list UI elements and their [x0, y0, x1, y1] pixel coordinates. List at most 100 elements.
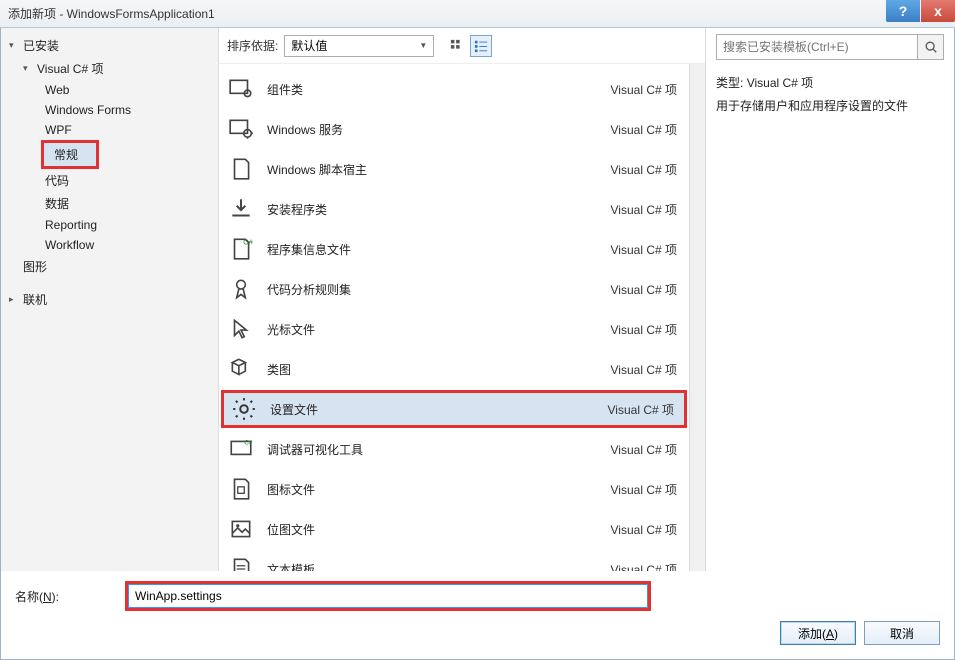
tree-label: 数据 — [45, 195, 69, 212]
template-name: 组件类 — [267, 81, 611, 98]
scrollbar[interactable] — [689, 64, 705, 571]
tree-graphics[interactable]: 图形 — [1, 255, 218, 278]
tree-workflow[interactable]: Workflow — [1, 235, 218, 255]
tree-label: 联机 — [23, 291, 47, 308]
list-toolbar: 排序依据: 默认值 ▼ — [219, 28, 705, 64]
template-cat: Visual C# 项 — [611, 81, 677, 98]
tree-code[interactable]: 代码 — [1, 169, 218, 192]
ruleset-icon — [225, 273, 257, 305]
close-button[interactable]: x — [921, 0, 955, 22]
view-details[interactable] — [470, 35, 492, 57]
template-row[interactable]: C# 调试器可视化工具 Visual C# 项 — [221, 430, 687, 468]
chevron-down-icon: ▼ — [419, 41, 427, 50]
sort-combo[interactable]: 默认值 ▼ — [284, 35, 434, 57]
template-name: 类图 — [267, 361, 611, 378]
search-input[interactable] — [716, 34, 918, 60]
template-row[interactable]: 光标文件 Visual C# 项 — [221, 310, 687, 348]
tree-web[interactable]: Web — [1, 80, 218, 100]
description: 用于存储用户和应用程序设置的文件 — [716, 97, 944, 114]
template-row[interactable]: Windows 服务 Visual C# 项 — [221, 110, 687, 148]
svg-text:C#: C# — [244, 440, 253, 447]
template-name: Windows 脚本宿主 — [267, 161, 611, 178]
visualizer-icon: C# — [225, 433, 257, 465]
template-list[interactable]: 组件类 Visual C# 项 Windows 服务 Visual C# 项 W… — [219, 64, 689, 571]
template-name: 程序集信息文件 — [267, 241, 611, 258]
template-name: 调试器可视化工具 — [267, 441, 611, 458]
template-name: 代码分析规则集 — [267, 281, 611, 298]
tree-label: Reporting — [45, 218, 97, 232]
help-button[interactable]: ? — [886, 0, 920, 22]
tree-label: 已安装 — [23, 37, 59, 54]
template-name: 图标文件 — [267, 481, 611, 498]
template-row-selected[interactable]: 设置文件 Visual C# 项 — [221, 390, 687, 428]
search-button[interactable] — [918, 34, 944, 60]
template-row[interactable]: Windows 脚本宿主 Visual C# 项 — [221, 150, 687, 188]
template-name: 安装程序类 — [267, 201, 611, 218]
template-name: 文本模板 — [267, 561, 611, 572]
template-cat: Visual C# 项 — [611, 161, 677, 178]
template-name: 设置文件 — [270, 401, 608, 418]
sort-value: 默认值 — [291, 37, 327, 54]
category-tree[interactable]: ▾ 已安装 ▾ Visual C# 项 Web Windows Forms WP… — [1, 28, 219, 571]
tree-reporting[interactable]: Reporting — [1, 215, 218, 235]
template-row[interactable]: 组件类 Visual C# 项 — [221, 70, 687, 108]
template-cat: Visual C# 项 — [611, 121, 677, 138]
template-row[interactable]: 文本模板 Visual C# 项 — [221, 550, 687, 571]
tree-label: 代码 — [45, 172, 69, 189]
name-input[interactable] — [128, 584, 648, 608]
template-cat: Visual C# 项 — [611, 201, 677, 218]
chevron-down-icon: ▾ — [9, 40, 19, 51]
svg-text:C#: C# — [243, 238, 253, 247]
tree-label: Visual C# 项 — [37, 60, 103, 77]
installer-icon — [225, 193, 257, 225]
template-cat: Visual C# 项 — [611, 441, 677, 458]
tree-label: Windows Forms — [45, 103, 131, 117]
template-cat: Visual C# 项 — [611, 561, 677, 572]
template-name: 位图文件 — [267, 521, 611, 538]
title-bar: 添加新项 - WindowsFormsApplication1 ? x — [0, 0, 955, 28]
template-cat: Visual C# 项 — [611, 241, 677, 258]
template-row[interactable]: 安装程序类 Visual C# 项 — [221, 190, 687, 228]
bitmap-icon — [225, 513, 257, 545]
type-line: 类型: Visual C# 项 — [716, 74, 944, 91]
name-label: 名称(N): — [15, 588, 125, 605]
template-row[interactable]: C# 程序集信息文件 Visual C# 项 — [221, 230, 687, 268]
add-button[interactable]: 添加(A) — [780, 621, 856, 645]
view-small-icons[interactable] — [446, 35, 468, 57]
tree-online[interactable]: ▸ 联机 — [1, 288, 218, 311]
tree-winforms[interactable]: Windows Forms — [1, 100, 218, 120]
template-cat: Visual C# 项 — [611, 281, 677, 298]
template-cat: Visual C# 项 — [611, 321, 677, 338]
tree-label: 常规 — [54, 146, 78, 163]
chevron-right-icon: ▸ — [9, 294, 19, 305]
template-row[interactable]: 图标文件 Visual C# 项 — [221, 470, 687, 508]
template-row[interactable]: 位图文件 Visual C# 项 — [221, 510, 687, 548]
settings-icon — [228, 393, 260, 425]
component-icon — [225, 73, 257, 105]
template-cat: Visual C# 项 — [611, 521, 677, 538]
tree-label: Web — [45, 83, 69, 97]
tree-wpf[interactable]: WPF — [1, 120, 218, 140]
template-cat: Visual C# 项 — [608, 401, 674, 418]
class-diagram-icon — [225, 353, 257, 385]
template-name: 光标文件 — [267, 321, 611, 338]
tree-label: 图形 — [23, 258, 47, 275]
template-name: Windows 服务 — [267, 121, 611, 138]
tree-general[interactable]: 常规 — [41, 140, 99, 169]
text-template-icon — [225, 553, 257, 571]
template-row[interactable]: 类图 Visual C# 项 — [221, 350, 687, 388]
sort-label: 排序依据: — [227, 37, 278, 54]
tree-csharp[interactable]: ▾ Visual C# 项 — [1, 57, 218, 80]
tree-label: WPF — [45, 123, 72, 137]
template-cat: Visual C# 项 — [611, 361, 677, 378]
cursor-icon — [225, 313, 257, 345]
template-cat: Visual C# 项 — [611, 481, 677, 498]
tree-data[interactable]: 数据 — [1, 192, 218, 215]
script-icon — [225, 153, 257, 185]
template-row[interactable]: 代码分析规则集 Visual C# 项 — [221, 270, 687, 308]
chevron-down-icon: ▾ — [23, 63, 33, 74]
type-label: 类型: — [716, 76, 743, 90]
cancel-button[interactable]: 取消 — [864, 621, 940, 645]
tree-installed[interactable]: ▾ 已安装 — [1, 34, 218, 57]
window-title: 添加新项 - WindowsFormsApplication1 — [8, 5, 215, 22]
